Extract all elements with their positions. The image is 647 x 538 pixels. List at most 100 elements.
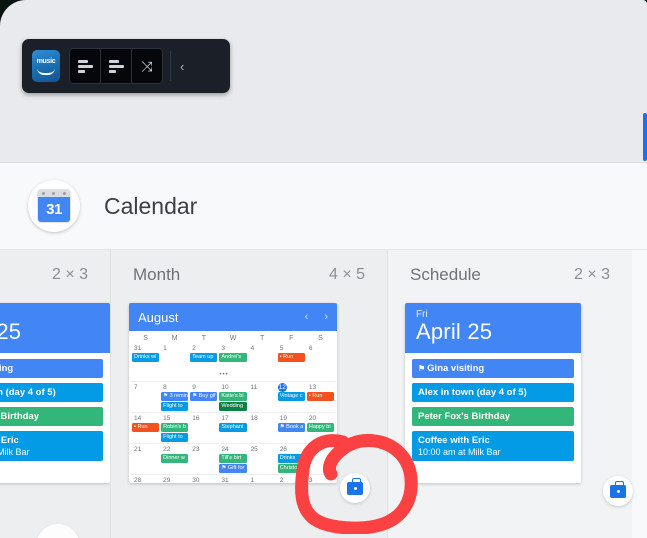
month-day-cell[interactable]: 13 ▪ Run: [306, 382, 335, 412]
widget-label-row: Month 4 × 5: [111, 250, 387, 300]
month-day-cell[interactable]: 9 ⚑ Buy gif: [189, 382, 218, 412]
month-day-cell[interactable]: 3: [306, 475, 335, 483]
schedule-widget-preview-partial[interactable]: Fri April 25 ⚑Gina visiting Alex in town…: [0, 303, 110, 483]
month-day-cell[interactable]: 19 ⚑ Book a: [277, 413, 306, 443]
month-day-cell[interactable]: 12 Vintage c: [277, 382, 306, 412]
shuffle-button[interactable]: ⤨: [132, 49, 162, 83]
work-profile-badge[interactable]: [603, 476, 633, 506]
month-day-cell[interactable]: 21: [131, 444, 160, 474]
day-number: 18: [250, 415, 258, 422]
month-day-cell[interactable]: 1Lunch w: [248, 475, 277, 483]
calendar-event-chip[interactable]: Christoph: [277, 464, 305, 473]
event-title: Gina visiting: [427, 363, 485, 374]
calendar-event-chip[interactable]: Vintage c: [277, 392, 305, 401]
music-logo-text: music: [36, 57, 56, 65]
list-item[interactable]: Alex in town (day 4 of 5): [0, 383, 103, 402]
calendar-event-chip[interactable]: ⚑ 3 remin: [161, 392, 189, 401]
calendar-event-chip[interactable]: ▪ Run: [132, 423, 160, 432]
month-day-cell[interactable]: 27: [306, 444, 335, 474]
event-subtitle: 10:00 am at Milk Bar: [0, 447, 30, 457]
event-title: Coffee with Eric: [418, 435, 490, 446]
amazon-music-widget[interactable]: music ⤨ ‹: [22, 39, 230, 93]
month-widget-preview[interactable]: August ‹ › S M T W T F S 31 Drinks wi 1 …: [129, 303, 337, 483]
widget-card-schedule-partial[interactable]: 2 × 3 Fri April 25 ⚑Gina visiting Alex i…: [0, 250, 110, 538]
month-day-cell[interactable]: 29: [160, 475, 189, 483]
month-day-cell[interactable]: 7: [131, 382, 160, 412]
month-day-cell[interactable]: 3 Andrei's •••: [218, 343, 247, 381]
month-day-cell[interactable]: 28Trip to N: [131, 475, 160, 483]
day-number: 1: [250, 477, 255, 483]
dow-label: W: [229, 335, 237, 342]
calendar-event-chip[interactable]: Stephani: [219, 423, 247, 432]
calendar-event-chip[interactable]: Till's birt: [219, 454, 247, 463]
calendar-event-chip[interactable]: ⚑ Buy gif: [190, 392, 218, 401]
day-number: 22: [163, 446, 171, 453]
month-day-cell[interactable]: 31: [218, 475, 247, 483]
calendar-event-chip[interactable]: Drinks: [277, 454, 305, 463]
calendar-event-chip[interactable]: Wedding: [219, 402, 247, 411]
list-item[interactable]: Peter Fox's Birthday: [412, 407, 574, 426]
calendar-event-chip[interactable]: Katie's bi: [219, 392, 247, 401]
vertical-scrollbar[interactable]: [643, 113, 647, 161]
widget-card-schedule[interactable]: Schedule 2 × 3 Fri April 25 ⚑ Gina visiti…: [387, 250, 632, 538]
month-day-cell[interactable]: 25: [248, 444, 277, 474]
list-item[interactable]: ⚑Gina visiting: [412, 359, 574, 378]
calendar-event-chip[interactable]: Happy bi: [306, 423, 334, 432]
month-day-cell[interactable]: 16: [189, 413, 218, 443]
month-day-cell[interactable]: 26 Drinks Christoph: [277, 444, 306, 474]
month-day-cell[interactable]: 20 Happy bi: [306, 413, 335, 443]
month-day-cell[interactable]: 11: [248, 382, 277, 412]
month-day-cell[interactable]: 8 ⚑ 3 remin Flight to: [160, 382, 189, 412]
month-day-cell[interactable]: 31 Drinks wi: [131, 343, 160, 381]
month-day-cell[interactable]: 18: [248, 413, 277, 443]
equalizer-icon-button-1[interactable]: [70, 49, 100, 83]
month-day-cell[interactable]: 1: [160, 343, 189, 381]
day-number: 24: [221, 446, 229, 453]
month-day-cell[interactable]: 24 Till's birt ⚑ Gift for: [218, 444, 247, 474]
month-day-cell[interactable]: 4: [248, 343, 277, 381]
month-day-cell[interactable]: 22 Dinner w: [160, 444, 189, 474]
list-item[interactable]: Peter Fox's Birthday: [0, 407, 103, 426]
list-item[interactable]: Alex in town (day 4 of 5): [412, 383, 574, 402]
month-day-cell[interactable]: 17 Stephani: [218, 413, 247, 443]
schedule-date: April 25: [0, 319, 22, 344]
calendar-event-chip[interactable]: ⚑ Gift for: [219, 464, 247, 473]
month-day-cell[interactable]: 6: [306, 343, 335, 381]
month-day-cell[interactable]: 23: [189, 444, 218, 474]
list-item[interactable]: Coffee with Eric 10:00 am at Milk Bar: [0, 431, 103, 461]
month-day-cell[interactable]: 15 Robin's b Flight to: [160, 413, 189, 443]
month-day-cell[interactable]: 2 Team up: [189, 343, 218, 381]
month-day-cell[interactable]: 10 Katie's bi Wedding: [218, 382, 247, 412]
month-day-cell[interactable]: 5 ▪ Run: [277, 343, 306, 381]
more-events-indicator[interactable]: •••: [219, 372, 228, 378]
calendar-event-chip[interactable]: Drinks wi: [132, 353, 160, 362]
month-week-row: 7 8 ⚑ 3 remin Flight to 9 ⚑ Buy gif 10 Katie's …: [131, 381, 335, 412]
dow-label: S: [318, 335, 323, 342]
calendar-event-chip[interactable]: Andrei's: [219, 353, 247, 362]
calendar-event-chip[interactable]: ⚑ Book a: [277, 423, 305, 432]
home-screen-panel: music ⤨ ‹: [0, 0, 647, 163]
month-day-cell[interactable]: 14 ▪ Run: [131, 413, 160, 443]
calendar-event-chip[interactable]: Dinner w: [161, 454, 189, 463]
calendar-event-chip[interactable]: ▪ Run: [277, 353, 305, 362]
chevron-right-icon[interactable]: ›: [324, 311, 328, 323]
month-day-cell[interactable]: 30Unique L: [189, 475, 218, 483]
month-week-row: 14 ▪ Run 15 Robin's b Flight to 16 17 Stephani 1…: [131, 412, 335, 443]
month-day-cell[interactable]: 2▪ Run: [277, 475, 306, 483]
equalizer-icon-button-2[interactable]: [101, 49, 131, 83]
list-item[interactable]: Coffee with Eric 10:00 am at Milk Bar: [412, 431, 574, 461]
calendar-event-chip[interactable]: Flight to: [161, 402, 189, 411]
widget-label-row: 2 × 3: [0, 250, 110, 300]
schedule-widget-preview[interactable]: Fri April 25 ⚑ Gina visiting Alex in town…: [405, 303, 581, 483]
chevron-left-icon[interactable]: ‹: [305, 311, 309, 323]
day-number: 26: [279, 446, 287, 453]
calendar-event-chip[interactable]: Flight to: [161, 433, 189, 442]
day-number: 11: [250, 384, 258, 391]
work-profile-badge[interactable]: [340, 473, 370, 503]
calendar-event-chip[interactable]: Robin's b: [161, 423, 189, 432]
calendar-event-chip[interactable]: Team up: [190, 353, 218, 362]
list-item[interactable]: ⚑Gina visiting: [0, 359, 103, 378]
day-number: 31: [221, 477, 229, 483]
chevron-left-icon[interactable]: ‹: [171, 59, 193, 74]
calendar-event-chip[interactable]: ▪ Run: [306, 392, 334, 401]
